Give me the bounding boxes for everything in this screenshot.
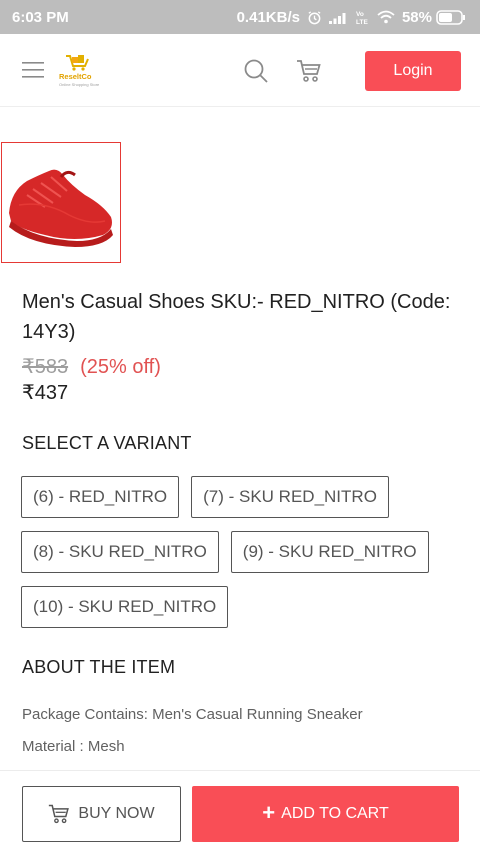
- svg-text:Online Shopping Store: Online Shopping Store: [59, 82, 100, 87]
- product-title: Men's Casual Shoes SKU:- RED_NITRO (Code…: [22, 291, 451, 343]
- original-price: ₹583: [22, 356, 69, 378]
- buy-now-button[interactable]: BUY NOW: [22, 786, 181, 842]
- menu-icon: [22, 62, 44, 78]
- search-icon: [244, 59, 268, 83]
- variant-heading: SELECT A VARIANT: [22, 433, 192, 453]
- about-heading: ABOUT THE ITEM: [22, 657, 176, 677]
- svg-text:Vo: Vo: [356, 11, 364, 18]
- search-button[interactable]: [243, 58, 269, 84]
- wifi-icon: [377, 10, 395, 24]
- product-thumbnail[interactable]: [1, 142, 121, 263]
- bottom-action-bar: BUY NOW + ADD TO CART: [0, 770, 480, 853]
- cart-icon: [297, 60, 321, 82]
- alarm-icon: [307, 10, 322, 25]
- menu-button[interactable]: [22, 59, 46, 81]
- battery-indicator: 58%: [402, 9, 466, 26]
- status-time: 6:03 PM: [12, 8, 69, 26]
- status-bar: 6:03 PM 0.41KB/s Vo LTE 58%: [0, 0, 480, 34]
- buy-now-label: BUY NOW: [78, 805, 155, 822]
- add-to-cart-button[interactable]: + ADD TO CART: [192, 786, 459, 842]
- plus-icon: +: [262, 799, 276, 825]
- variant-option[interactable]: (8) - SKU RED_NITRO: [21, 531, 219, 573]
- app-header: ReseltCo Online Shopping Store Login: [0, 34, 480, 107]
- svg-text:ReseltCo: ReseltCo: [59, 72, 92, 81]
- variant-option[interactable]: (7) - SKU RED_NITRO: [191, 476, 389, 518]
- package-contents: Package Contains: Men's Casual Running S…: [22, 706, 363, 723]
- cart-icon: [49, 804, 70, 824]
- variant-option[interactable]: (10) - SKU RED_NITRO: [21, 586, 229, 628]
- network-speed: 0.41KB/s: [236, 8, 300, 26]
- login-button[interactable]: Login: [365, 51, 461, 91]
- variant-option[interactable]: (6) - RED_NITRO: [21, 476, 180, 518]
- battery-icon: [436, 9, 465, 25]
- price-row: ₹583 (25% off): [22, 354, 161, 380]
- signal-icon: [328, 11, 349, 24]
- product-image: [9, 169, 113, 247]
- svg-text:LTE: LTE: [356, 19, 368, 25]
- add-to-cart-label: ADD TO CART: [281, 805, 389, 822]
- brand-logo[interactable]: ReseltCo Online Shopping Store: [58, 52, 102, 88]
- status-indicators: 0.41KB/s Vo LTE 58%: [237, 9, 466, 26]
- sale-price: ₹437: [22, 382, 69, 404]
- discount-label: (25% off): [80, 356, 161, 378]
- variant-option[interactable]: (9) - SKU RED_NITRO: [230, 531, 429, 573]
- variant-list: (6) - RED_NITRO (7) - SKU RED_NITRO (8) …: [21, 476, 466, 628]
- cart-button[interactable]: [296, 58, 322, 84]
- battery-percent: 58%: [401, 8, 432, 26]
- volte-icon: Vo LTE: [356, 9, 370, 25]
- material-info: Material : Mesh: [22, 738, 125, 755]
